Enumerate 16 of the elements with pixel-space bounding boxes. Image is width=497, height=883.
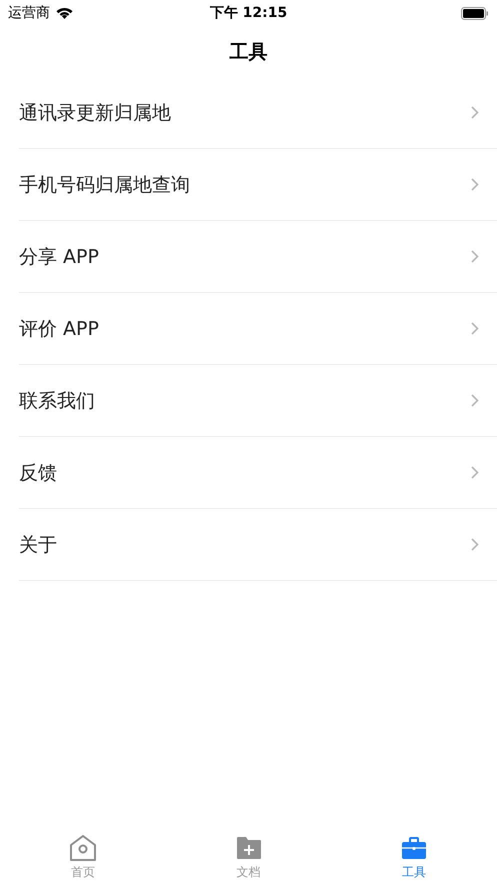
folder-icon: [236, 834, 262, 862]
wifi-icon: [56, 7, 73, 19]
carrier-name: 运营商: [8, 4, 50, 22]
chevron-icon: [471, 322, 479, 335]
chevron-icon: [471, 538, 479, 551]
chevron-icon: [471, 466, 479, 479]
clock-time: 下午 12:15: [210, 5, 288, 21]
chevron-icon: [471, 106, 479, 119]
tab-item[interactable]: 工具: [331, 828, 497, 883]
chevron-icon: [471, 394, 479, 407]
chevron-icon: [471, 178, 479, 191]
page-title: 工具: [230, 40, 268, 64]
house-icon: [68, 834, 97, 862]
chevron-icon: [471, 250, 479, 263]
battery-icon: [461, 6, 489, 20]
briefcase-icon: [402, 834, 426, 862]
